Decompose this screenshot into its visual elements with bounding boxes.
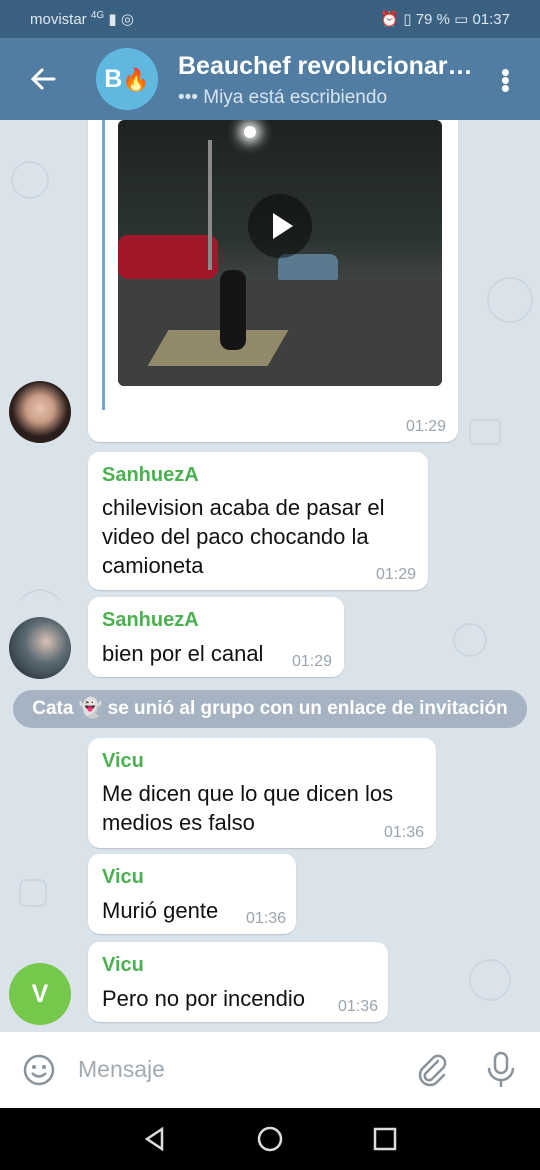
message-text: chilevision acaba de pasar el video del … [102,493,385,580]
signal-icon: ▮ [108,11,117,28]
group-avatar[interactable]: B🔥 [96,48,158,110]
curb [147,330,289,366]
message-text: Murió gente [102,898,219,923]
nav-recents-icon[interactable] [372,1126,398,1152]
message-bubble[interactable]: Vicu Murió gente 01:36 [88,854,296,934]
back-button[interactable] [26,62,60,96]
light-glow [244,126,256,138]
video-message-bubble[interactable]: 01:29 [88,120,458,442]
battery-level: 79 % [415,11,450,28]
mic-icon [487,1051,515,1087]
network-type: 4G [90,10,105,21]
message-input-bar: Mensaje [0,1032,540,1108]
sender-name[interactable]: Vicu [102,750,144,773]
play-icon [273,213,293,239]
message-bubble[interactable]: SanhuezA bien por el canal 01:29 [88,597,344,677]
car-red [118,235,218,279]
group-avatar-letter: B [104,65,123,93]
fire-icon: 🔥 [122,67,150,92]
attach-button[interactable] [414,1052,450,1088]
message-time: 01:29 [291,653,332,670]
status-left: movistar 4G ▮ ◎ [30,10,134,28]
message-bubble[interactable]: SanhuezA chilevision acaba de pasar el v… [88,452,428,590]
avatar[interactable]: V [9,963,71,1025]
avatar[interactable] [9,381,71,443]
message-input[interactable]: Mensaje [78,1056,165,1083]
message-line: chilevision acaba de pasar el [102,495,385,520]
clock: 01:37 [472,11,510,28]
service-message: Cata 👻 se unió al grupo con un enlace de… [13,690,527,728]
streetlight [208,140,212,270]
message-text: bien por el canal [102,641,264,666]
message-text: Pero no por incendio [102,986,306,1011]
chat-area[interactable]: 01:29 SanhuezA chilevision acaba de pasa… [0,120,540,1032]
typing-dots-icon: ••• [178,87,198,108]
person [220,270,246,350]
sender-name[interactable]: SanhuezA [102,464,199,487]
more-vert-icon: • • • [500,57,510,103]
message-text: Me dicen que lo que dicen los medios es … [102,779,393,837]
message-time: 01:36 [245,910,286,927]
message-time: 01:36 [337,998,378,1015]
android-nav-bar [0,1108,540,1170]
more-menu-button[interactable]: • • • [501,59,510,101]
message-time: 01:29 [375,566,416,583]
status-right: ⏰ ▯ 79 % ▭ 01:37 [380,10,510,28]
reply-bar [102,120,105,410]
play-button[interactable] [248,194,312,258]
message-bubble[interactable]: Vicu Pero no por incendio 01:36 [88,942,388,1022]
alarm-icon: ⏰ [380,11,400,28]
message-line: camioneta [102,553,204,578]
emoji-button[interactable] [22,1053,56,1087]
hotspot-icon: ◎ [120,11,134,28]
message-time: 01:36 [383,824,424,841]
nav-back-icon[interactable] [142,1126,168,1152]
arrow-left-icon [30,68,56,90]
message-time: 01:29 [405,418,446,435]
typing-text: Miya está escribiendo [203,87,388,108]
nav-home-icon[interactable] [257,1126,283,1152]
chat-header: B🔥 Beauchef revolucionar… ••• Miya está … [0,38,540,120]
paperclip-icon [418,1054,447,1087]
video-thumbnail[interactable] [118,120,442,386]
carrier-name: movistar [30,11,87,28]
mic-button[interactable] [484,1050,518,1090]
battery-icon: ▭ [454,11,469,28]
message-line: medios es falso [102,810,255,835]
vibrate-icon: ▯ [403,11,412,28]
sender-name[interactable]: Vicu [102,954,144,977]
emoji-icon [23,1054,55,1086]
avatar-letter: V [31,980,49,1008]
sender-name[interactable]: SanhuezA [102,609,199,632]
message-bubble[interactable]: Vicu Me dicen que lo que dicen los medio… [88,738,436,848]
chat-title[interactable]: Beauchef revolucionar… [178,52,473,81]
typing-status: ••• Miya está escribiendo [178,87,387,109]
status-bar: movistar 4G ▮ ◎ ⏰ ▯ 79 % ▭ 01:37 [0,0,540,38]
message-line: Me dicen que lo que dicen los [102,781,394,806]
sender-name[interactable]: Vicu [102,866,144,889]
avatar[interactable] [9,617,71,679]
message-line: video del paco chocando la [102,524,369,549]
